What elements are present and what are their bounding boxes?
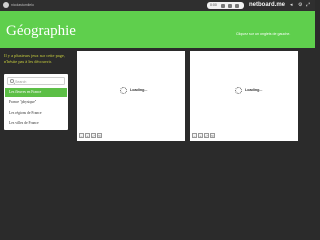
notification-icon[interactable]: ◂ <box>290 0 293 11</box>
zoom-out-icon[interactable]: − <box>79 133 84 138</box>
status-icon <box>228 3 232 8</box>
page-header: Géographie Cliquez sur un onglets de gau… <box>0 11 315 48</box>
username[interactable]: nicolastumilelo <box>11 1 34 10</box>
zoom-in-icon[interactable]: + <box>198 133 203 138</box>
reload-icon[interactable]: ↻ <box>210 133 215 138</box>
status-icon <box>235 3 239 8</box>
menu-item-les-fleuves[interactable]: Les fleuves en France <box>5 88 67 97</box>
fullscreen-icon[interactable]: ⤢ <box>91 133 96 138</box>
page-title: Géographie <box>6 23 76 39</box>
top-bar: nicolastumilelo 0:00 netboard.me ◂ ⚙ ⤢ <box>0 0 315 11</box>
spinner-icon <box>235 87 242 94</box>
loading-indicator: Loading... <box>77 87 185 95</box>
status-pill[interactable]: 0:00 <box>207 2 244 9</box>
menu-item-les-regions[interactable]: Les régions de France <box>5 109 67 118</box>
menu-item-les-villes[interactable]: Les villes de France <box>5 119 67 128</box>
status-time: 0:00 <box>210 3 217 7</box>
games-menu: Les fleuves en France France "physique" … <box>4 74 68 130</box>
zoom-out-icon[interactable]: − <box>192 133 197 138</box>
search-input[interactable] <box>15 78 64 85</box>
menu-item-france-physique[interactable]: France "physique" <box>5 98 67 107</box>
spinner-icon <box>120 87 127 94</box>
game-panel[interactable]: Loading... − + ⤢ ↻ <box>190 51 298 141</box>
status-icon <box>221 3 225 8</box>
loading-text: Loading... <box>130 88 148 92</box>
intro-text: Il y a plusieurs jeux sur cette page, n'… <box>4 53 65 64</box>
settings-icon[interactable]: ⚙ <box>298 0 302 11</box>
avatar[interactable] <box>3 2 9 8</box>
fullscreen-icon[interactable]: ⤢ <box>306 0 310 11</box>
loading-text: Loading... <box>245 88 263 92</box>
search-box[interactable] <box>7 77 65 85</box>
brand-logo[interactable]: netboard.me <box>249 0 285 11</box>
game-panel[interactable]: Loading... − + ⤢ ↻ <box>77 51 185 141</box>
fullscreen-icon[interactable]: ⤢ <box>204 133 209 138</box>
zoom-in-icon[interactable]: + <box>85 133 90 138</box>
loading-indicator: Loading... <box>190 87 298 95</box>
search-icon <box>10 79 14 83</box>
page-subtitle: Cliquez sur un onglets de gauche. <box>236 32 291 36</box>
reload-icon[interactable]: ↻ <box>97 133 102 138</box>
